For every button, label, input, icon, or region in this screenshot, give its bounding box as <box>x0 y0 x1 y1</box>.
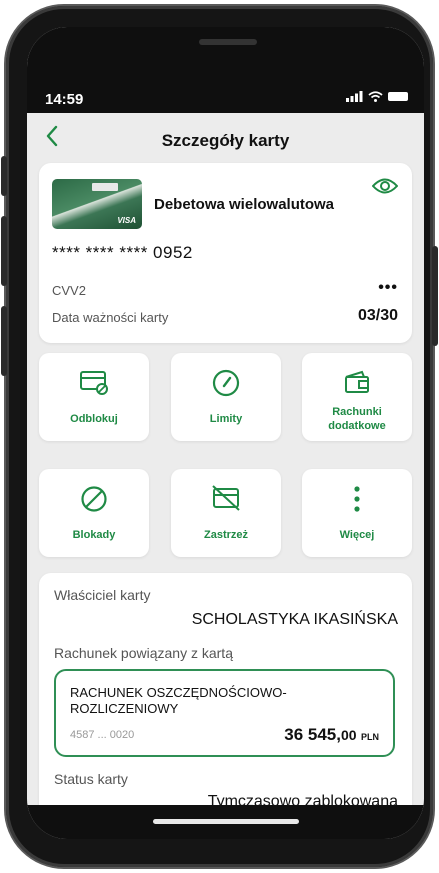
wifi-icon <box>368 91 383 102</box>
wallet-icon <box>345 370 369 393</box>
app-screen: 14:59 Szczegóły karty VISA Debetowa wiel… <box>27 27 424 839</box>
unlock-card-button[interactable]: Odblokuj <box>39 353 149 441</box>
restrict-card-label: Zastrzeż <box>203 529 249 541</box>
volume-down-button <box>1 306 7 376</box>
card-unlock-icon <box>80 371 108 395</box>
signal-icon <box>346 91 363 102</box>
blocks-button[interactable]: Blokady <box>39 469 149 557</box>
gauge-icon <box>212 369 240 397</box>
visa-logo: VISA <box>117 216 136 225</box>
more-button[interactable]: Więcej <box>302 469 412 557</box>
page-title: Szczegóły karty <box>161 131 290 150</box>
status-time: 14:59 <box>45 91 84 108</box>
card-image: VISA <box>52 179 142 229</box>
blocks-label: Blokady <box>72 529 116 541</box>
restrict-card-button[interactable]: Zastrzeż <box>171 469 281 557</box>
linked-account-label: Rachunek powiązany z kartą <box>54 645 233 661</box>
expiry-value: 03/30 <box>357 307 398 324</box>
owner-label: Właściciel karty <box>54 587 151 603</box>
mute-switch <box>1 156 7 196</box>
power-button <box>432 246 438 346</box>
status-icons <box>346 91 408 102</box>
block-icon <box>81 486 107 512</box>
additional-accounts-label: Rachunki dodatkowe <box>328 406 386 432</box>
more-label: Więcej <box>339 529 375 541</box>
speaker <box>199 39 257 45</box>
card-cancel-icon <box>212 485 240 511</box>
card-info-panel: VISA Debetowa wielowalutowa **** **** **… <box>39 163 412 343</box>
status-label: Status karty <box>54 771 128 787</box>
status-bar: 14:59 <box>27 27 424 113</box>
owner-value: SCHOLASTYKA IKASIŃSKA <box>191 611 398 628</box>
volume-up-button <box>1 216 7 286</box>
additional-accounts-button[interactable]: Rachunki dodatkowe <box>302 353 412 441</box>
eye-icon[interactable] <box>372 177 398 195</box>
balance-currency: PLN <box>361 732 379 742</box>
card-name: Debetowa wielowalutowa <box>154 196 335 213</box>
card-image-logo <box>92 183 118 191</box>
account-balance: 36 545,00 PLN <box>284 725 379 745</box>
balance-decimal: 00 <box>340 727 357 743</box>
unlock-card-label: Odblokuj <box>70 413 118 425</box>
expiry-label: Data ważności karty <box>52 310 169 325</box>
battery-icon <box>388 92 408 101</box>
limits-label: Limity <box>209 413 243 425</box>
phone-frame: 14:59 Szczegóły karty VISA Debetowa wiel… <box>1 6 438 867</box>
cvv-value[interactable]: ••• <box>378 279 398 297</box>
home-indicator[interactable] <box>153 819 299 824</box>
account-number: 4587 ... 0020 <box>70 729 135 741</box>
card-number: **** **** **** 0952 <box>52 243 193 262</box>
cvv-label: CVV2 <box>52 283 86 298</box>
linked-account-tile[interactable]: RACHUNEK OSZCZĘDNOŚCIOWO-ROZLICZENIOWY 4… <box>54 669 395 757</box>
app-header: Szczegóły karty <box>27 113 424 169</box>
more-vertical-icon <box>354 486 360 512</box>
account-name: RACHUNEK OSZCZĘDNOŚCIOWO-ROZLICZENIOWY <box>70 685 287 716</box>
limits-button[interactable]: Limity <box>171 353 281 441</box>
balance-main: 36 545, <box>284 725 341 744</box>
home-indicator-bar <box>27 805 424 839</box>
